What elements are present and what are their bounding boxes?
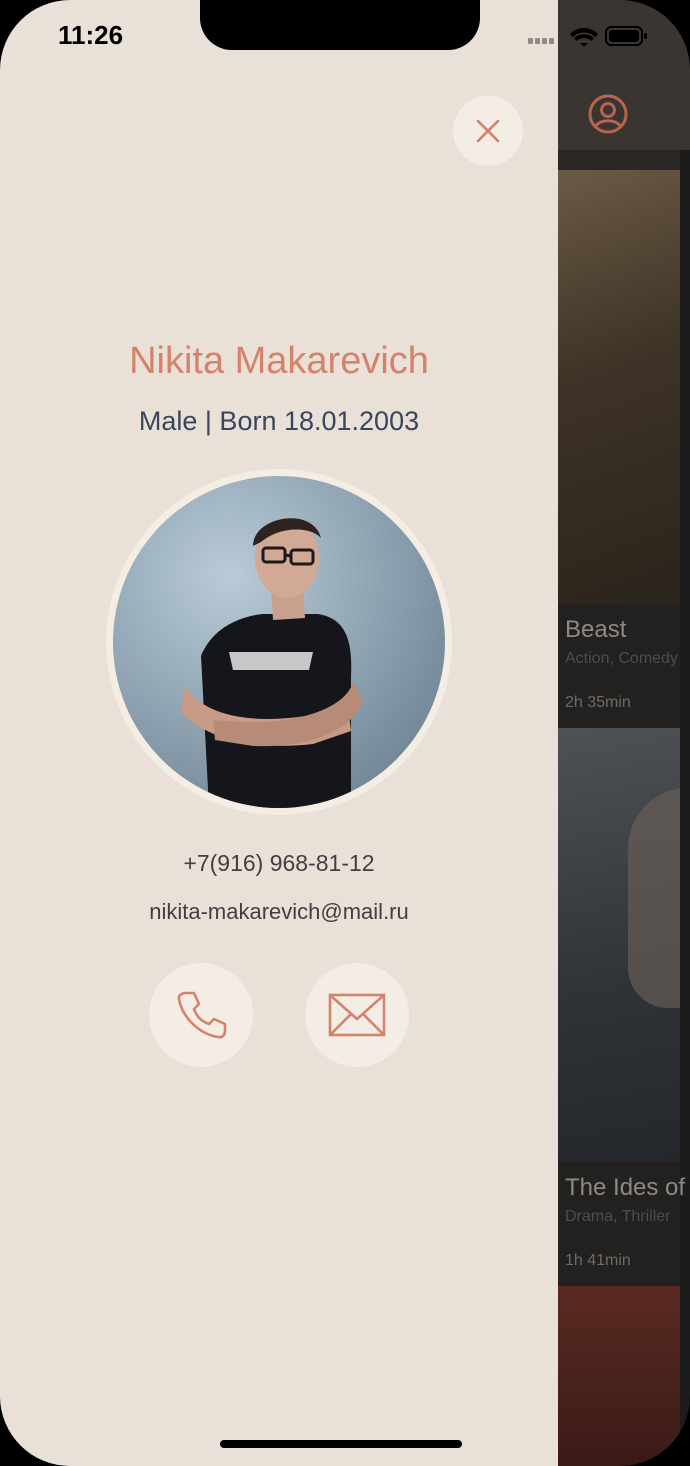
movie-poster[interactable] <box>558 728 680 1162</box>
profile-subtitle: Male | Born 18.01.2003 <box>138 406 420 436</box>
status-icons <box>528 26 647 47</box>
movie-duration: 1h 41min <box>565 1252 631 1269</box>
phone-icon <box>177 991 227 1039</box>
profile-email: nikita-makarevich@mail.ru <box>149 899 409 924</box>
close-icon <box>476 119 500 143</box>
previous-movie-card <box>558 150 680 170</box>
movie-genres: Drama, Thriller <box>565 1208 671 1225</box>
wifi-icon <box>570 28 598 47</box>
movie-card[interactable]: The Ides of March Drama, Thriller 1h 41m… <box>558 1162 690 1286</box>
envelope-icon <box>328 993 386 1037</box>
close-button[interactable] <box>453 96 523 166</box>
device-screen: BEAST Beast Action, Comedy 2h 35min The … <box>0 0 690 1466</box>
movie-genres: Action, Comedy <box>565 650 678 667</box>
profile-phone: +7(916) 968-81-12 <box>183 850 375 876</box>
avatar-photo <box>113 476 445 808</box>
email-button[interactable] <box>305 963 409 1067</box>
poster-artwork <box>628 788 680 1008</box>
movie-title: The Ides of March <box>565 1174 690 1201</box>
battery-icon <box>605 26 647 46</box>
profile-drawer: Nikita Makarevich Male | Born 18.01.2003 <box>0 0 558 1466</box>
user-circle-icon[interactable] <box>586 92 630 136</box>
avatar <box>113 476 445 808</box>
call-button[interactable] <box>149 963 253 1067</box>
movie-duration: 2h 35min <box>565 694 631 711</box>
signal-icon <box>528 38 554 44</box>
profile-name: Nikita Makarevich <box>129 340 429 382</box>
home-indicator[interactable] <box>220 1440 462 1448</box>
status-time: 11:26 <box>58 20 124 50</box>
movie-title: Beast <box>565 616 627 643</box>
poster-artwork: BEAST <box>558 230 576 555</box>
movie-card[interactable]: Beast Action, Comedy 2h 35min <box>558 604 680 728</box>
movie-poster[interactable] <box>558 1286 680 1466</box>
notch <box>200 0 480 50</box>
movie-poster[interactable]: BEAST <box>558 170 680 604</box>
